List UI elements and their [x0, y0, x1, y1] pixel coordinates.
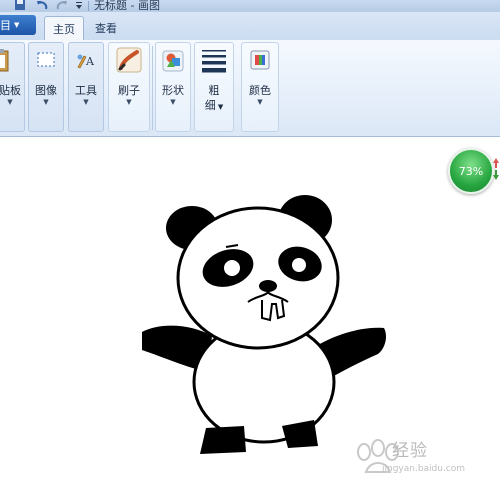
colors-chevron-icon: ▼ [257, 98, 263, 106]
brush-icon [116, 47, 142, 73]
tab-view[interactable]: 查看 [90, 16, 122, 40]
svg-text:A: A [85, 55, 95, 68]
size-label-thin-text: 细 [204, 99, 216, 112]
panda-right-eye [292, 258, 306, 272]
image-group: 图像 ▼ [28, 42, 64, 132]
ribbon: 贴板 ▼ 图像 ▼ A 工具 ▼ 刷子 ▼ 形状 ▼ 粗 细 ▼ 颜色 ▼ [0, 40, 500, 137]
size-button[interactable]: 粗 细 ▼ [195, 43, 233, 131]
status-widget-percent: 73% [458, 164, 484, 178]
clipboard-button[interactable]: 贴板 ▼ [0, 43, 24, 131]
title-bar: 无标题 - 画图 [0, 0, 500, 12]
ribbon-tab-row: 目 ▼ 主页 查看 [0, 12, 500, 41]
brushes-label: 刷子 [118, 84, 140, 97]
tab-home-label: 主页 [53, 23, 75, 36]
tab-view-label: 查看 [95, 22, 117, 35]
colors-button[interactable]: 颜色 ▼ [242, 43, 278, 131]
tools-label: 工具 [75, 84, 97, 97]
tools-group: A 工具 ▼ [68, 42, 104, 132]
line-size-icon [202, 50, 226, 73]
chevron-down-icon: ▼ [14, 21, 20, 29]
drawing-canvas[interactable]: 经验 jingyan.baidu.com [0, 137, 500, 486]
shapes-chevron-icon: ▼ [170, 98, 176, 106]
size-group: 粗 细 ▼ [194, 42, 234, 132]
image-button[interactable]: 图像 ▼ [29, 43, 63, 131]
watermark-url: jingyan.baidu.com [382, 464, 466, 474]
select-rect-icon [37, 52, 55, 67]
watermark-text: 经验 [392, 441, 428, 461]
clipboard-label: 贴板 [0, 84, 21, 97]
tools-button[interactable]: A 工具 ▼ [69, 43, 103, 131]
ribbon-divider [152, 46, 153, 130]
brushes-button[interactable]: 刷子 ▼ [109, 43, 149, 131]
shapes-group: 形状 ▼ [155, 42, 191, 132]
redo-icon[interactable] [56, 0, 68, 11]
size-label-thin: 细 ▼ [195, 97, 233, 113]
size-label-thick: 粗 [208, 84, 220, 97]
colors-group: 颜色 ▼ [241, 42, 279, 132]
tab-home[interactable]: 主页 [44, 16, 84, 41]
colors-label: 颜色 [249, 84, 271, 97]
app-menu-label: 目 [0, 19, 11, 32]
save-icon[interactable] [14, 0, 26, 11]
shapes-icon [162, 50, 184, 72]
tools-chevron-icon: ▼ [83, 98, 89, 106]
pencil-text-icon: A [77, 54, 95, 69]
brushes-group: 刷子 ▼ [108, 42, 150, 132]
title-separator [88, 1, 89, 11]
panda-left-eye [224, 260, 240, 276]
palette-icon [250, 50, 270, 70]
window-title: 无标题 - 画图 [94, 0, 160, 12]
shapes-label: 形状 [162, 84, 184, 97]
image-label: 图像 [35, 84, 57, 97]
clipboard-chevron-icon: ▼ [7, 98, 13, 106]
image-chevron-icon: ▼ [43, 98, 49, 106]
size-chevron-icon: ▼ [215, 103, 224, 111]
app-menu-button[interactable]: 目 ▼ [0, 15, 36, 35]
shapes-button[interactable]: 形状 ▼ [156, 43, 190, 131]
status-widget[interactable]: 73% [448, 148, 494, 194]
panda-left-foot [200, 426, 246, 454]
transfer-arrows-icon [493, 158, 499, 180]
clipboard-group: 贴板 ▼ [0, 42, 25, 132]
brushes-chevron-icon: ▼ [126, 98, 132, 106]
clipboard-icon [0, 49, 9, 72]
undo-icon[interactable] [36, 0, 48, 11]
customize-quick-access-icon[interactable] [74, 0, 84, 11]
